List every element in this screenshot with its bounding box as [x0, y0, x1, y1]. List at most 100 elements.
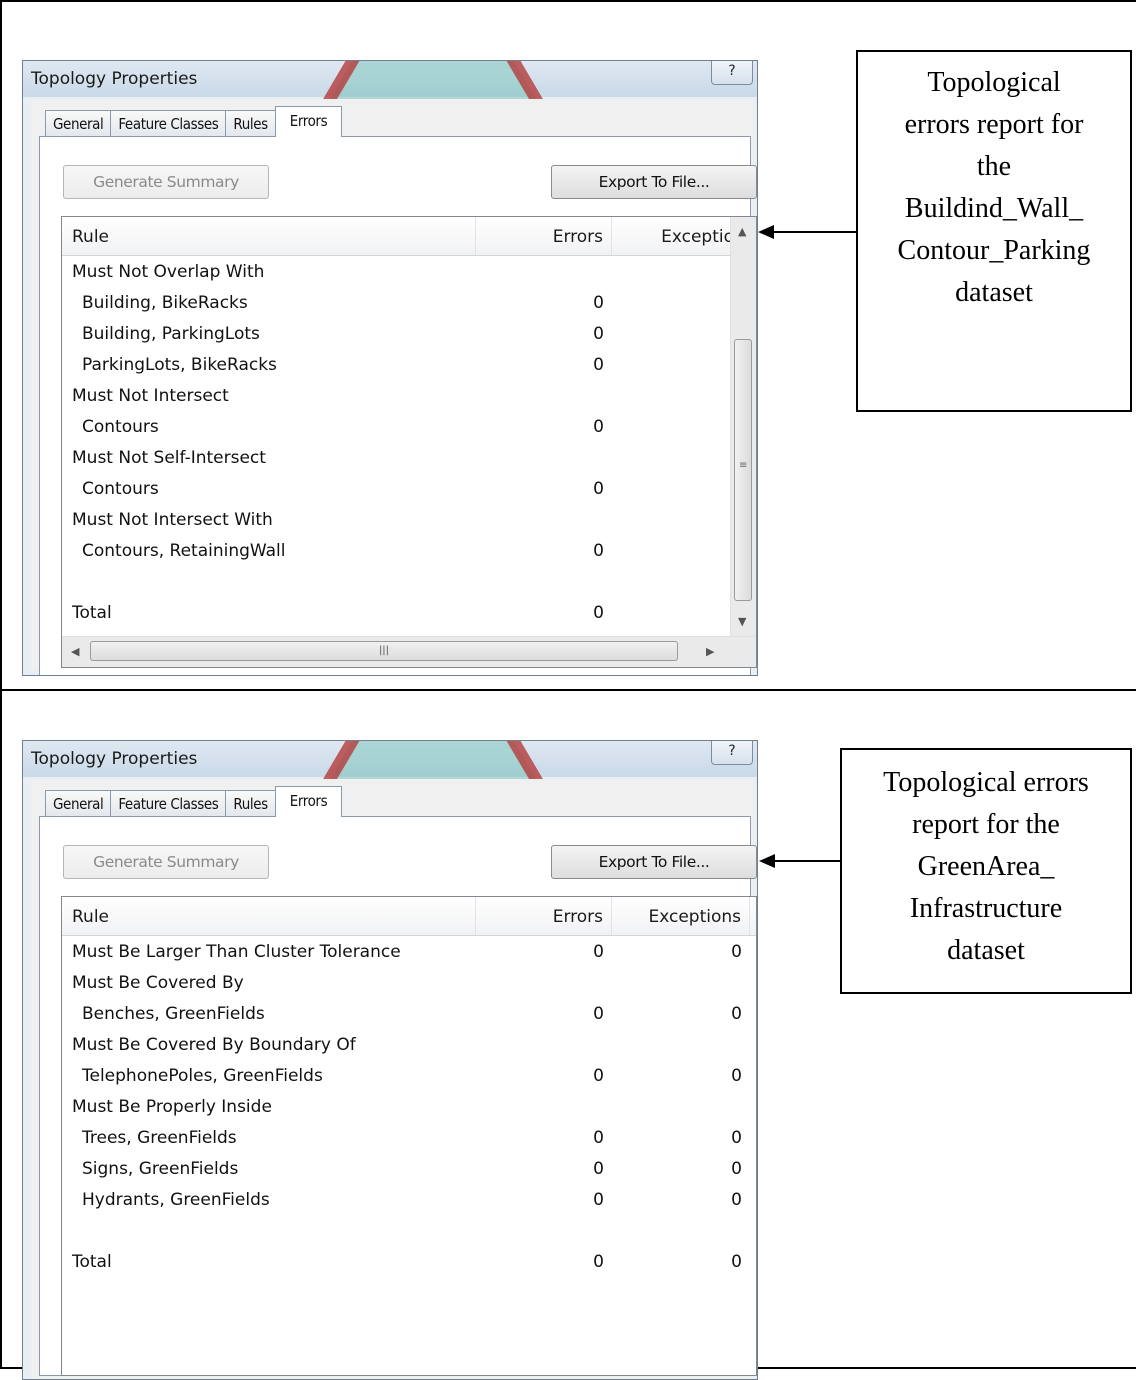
- rule-cell: Contours: [82, 417, 159, 437]
- exceptions-cell: 0: [731, 1190, 742, 1210]
- rule-cell: ParkingLots, BikeRacks: [82, 355, 277, 375]
- arrow-right-icon[interactable]: ▶: [706, 645, 714, 658]
- list-item[interactable]: Benches, GreenFields 0 0: [62, 1000, 756, 1031]
- rule-cell: Benches, GreenFields: [82, 1004, 265, 1024]
- dialog-client-area: General Feature Classes Rules Errors Gen…: [31, 779, 757, 1379]
- callout-text: the: [976, 151, 1012, 182]
- exceptions-cell: 0: [731, 1004, 742, 1024]
- dialog-titlebar[interactable]: Topology Properties ?: [23, 741, 757, 791]
- total-row[interactable]: Total 0 0: [62, 1248, 756, 1279]
- column-header-errors[interactable]: Errors: [476, 217, 612, 255]
- errors-cell: 0: [593, 1252, 604, 1272]
- pointer-line: [771, 860, 843, 862]
- dialog-client-area: General Feature Classes Rules Errors Gen…: [31, 99, 757, 675]
- rule-cell: Must Be Larger Than Cluster Tolerance: [72, 942, 401, 962]
- export-to-file-button[interactable]: Export To File...: [551, 845, 757, 879]
- exceptions-cell: 0: [731, 1128, 742, 1148]
- errors-cell: 0: [593, 417, 604, 437]
- errors-list[interactable]: Rule Errors Exceptions Must Be Larger Th…: [61, 896, 757, 1376]
- horizontal-scroll-thumb[interactable]: |||: [90, 641, 678, 661]
- tab-general[interactable]: General: [45, 790, 112, 817]
- callout-text: Topological errors: [883, 767, 1089, 798]
- column-header-rule[interactable]: Rule: [62, 217, 476, 255]
- help-button[interactable]: ?: [711, 61, 753, 85]
- list-item: [62, 568, 756, 599]
- tab-feature-classes[interactable]: Feature Classes: [110, 110, 227, 137]
- generate-summary-button[interactable]: Generate Summary: [63, 165, 269, 199]
- tab-rules[interactable]: Rules: [225, 110, 276, 137]
- column-header-exceptions[interactable]: Exceptions: [612, 897, 750, 935]
- list-item[interactable]: Must Be Larger Than Cluster Tolerance 0 0: [62, 938, 756, 969]
- table-row-divider: [0, 689, 1136, 691]
- rule-cell: Signs, GreenFields: [82, 1159, 239, 1179]
- arrow-up-icon[interactable]: ▲: [738, 225, 746, 238]
- question-mark-icon: ?: [728, 63, 736, 79]
- rule-cell: Must Not Intersect With: [72, 510, 273, 530]
- vertical-scroll-thumb[interactable]: ≡: [734, 339, 752, 601]
- topology-properties-dialog: Topology Properties ? General Feature Cl…: [22, 740, 758, 1380]
- errors-cell: 0: [593, 541, 604, 561]
- help-button[interactable]: ?: [711, 741, 753, 765]
- dialog-titlebar[interactable]: Topology Properties ?: [23, 61, 757, 111]
- callout-text: Contour_Parking: [897, 235, 1091, 266]
- rule-cell: Must Be Properly Inside: [72, 1097, 272, 1117]
- column-header-errors[interactable]: Errors: [476, 897, 612, 935]
- list-header: Rule Errors Exceptions: [62, 897, 756, 936]
- tab-general[interactable]: General: [45, 110, 112, 137]
- grip-icon: |||: [378, 645, 390, 656]
- callout-text: errors report for: [904, 109, 1084, 140]
- errors-list[interactable]: Rule Errors Exceptior Must Not Overlap W…: [61, 216, 757, 668]
- list-item[interactable]: Must Not Intersect: [62, 382, 756, 413]
- errors-cell: 0: [593, 1004, 604, 1024]
- rule-cell: Hydrants, GreenFields: [82, 1190, 270, 1210]
- tab-feature-classes[interactable]: Feature Classes: [110, 790, 227, 817]
- rule-cell: Building, ParkingLots: [82, 324, 260, 344]
- list-item[interactable]: Contours 0: [62, 475, 756, 506]
- tab-errors[interactable]: Errors: [274, 106, 343, 137]
- exceptions-cell: 0: [731, 942, 742, 962]
- errors-cell: 0: [593, 942, 604, 962]
- list-header: Rule Errors Exceptior: [62, 217, 756, 256]
- callout-text: dataset: [955, 277, 1033, 308]
- list-item[interactable]: Building, BikeRacks 0: [62, 289, 756, 320]
- vertical-scrollbar[interactable]: ▲ ≡ ▼: [730, 217, 756, 637]
- total-row[interactable]: Total 0: [62, 599, 756, 630]
- tab-rules[interactable]: Rules: [225, 790, 276, 817]
- errors-tab-page: Generate Summary Export To File... Rule …: [39, 136, 757, 675]
- list-item[interactable]: Must Not Intersect With: [62, 506, 756, 537]
- table-border-top: [0, 0, 1136, 2]
- exceptions-cell: 0: [731, 1252, 742, 1272]
- errors-cell: 0: [593, 293, 604, 313]
- rule-cell: Must Not Self-Intersect: [72, 448, 266, 468]
- list-item[interactable]: Signs, GreenFields 0 0: [62, 1155, 756, 1186]
- list-item[interactable]: TelephonePoles, GreenFields 0 0: [62, 1062, 756, 1093]
- list-item[interactable]: Trees, GreenFields 0 0: [62, 1124, 756, 1155]
- list-item[interactable]: Must Be Covered By: [62, 969, 756, 1000]
- list-item[interactable]: Must Not Overlap With: [62, 258, 756, 289]
- callout-text: Topological: [927, 67, 1061, 98]
- list-item[interactable]: Building, ParkingLots 0: [62, 320, 756, 351]
- export-to-file-button[interactable]: Export To File...: [551, 165, 757, 199]
- errors-cell: 0: [593, 1066, 604, 1086]
- list-item[interactable]: Must Be Properly Inside: [62, 1093, 756, 1124]
- tab-errors[interactable]: Errors: [274, 786, 343, 817]
- errors-cell: 0: [593, 603, 604, 623]
- column-header-rule[interactable]: Rule: [62, 897, 476, 935]
- generate-summary-button[interactable]: Generate Summary: [63, 845, 269, 879]
- list-item[interactable]: Hydrants, GreenFields 0 0: [62, 1186, 756, 1217]
- callout-text: GreenArea_: [917, 851, 1055, 882]
- list-item[interactable]: Contours 0: [62, 413, 756, 444]
- callout-box-1: Topological errors report for the Buildi…: [856, 50, 1132, 412]
- errors-cell: 0: [593, 1159, 604, 1179]
- list-item[interactable]: Must Not Self-Intersect: [62, 444, 756, 475]
- rule-cell: Contours: [82, 479, 159, 499]
- rule-cell: Must Be Covered By: [72, 973, 244, 993]
- horizontal-scrollbar[interactable]: ◀ ||| ▶: [62, 636, 756, 667]
- list-item[interactable]: ParkingLots, BikeRacks 0: [62, 351, 756, 382]
- rule-cell: Must Not Intersect: [72, 386, 229, 406]
- exceptions-cell: 0: [731, 1159, 742, 1179]
- arrow-left-icon[interactable]: ◀: [71, 645, 79, 658]
- list-item[interactable]: Contours, RetainingWall 0: [62, 537, 756, 568]
- arrow-down-icon[interactable]: ▼: [738, 615, 746, 628]
- list-item[interactable]: Must Be Covered By Boundary Of: [62, 1031, 756, 1062]
